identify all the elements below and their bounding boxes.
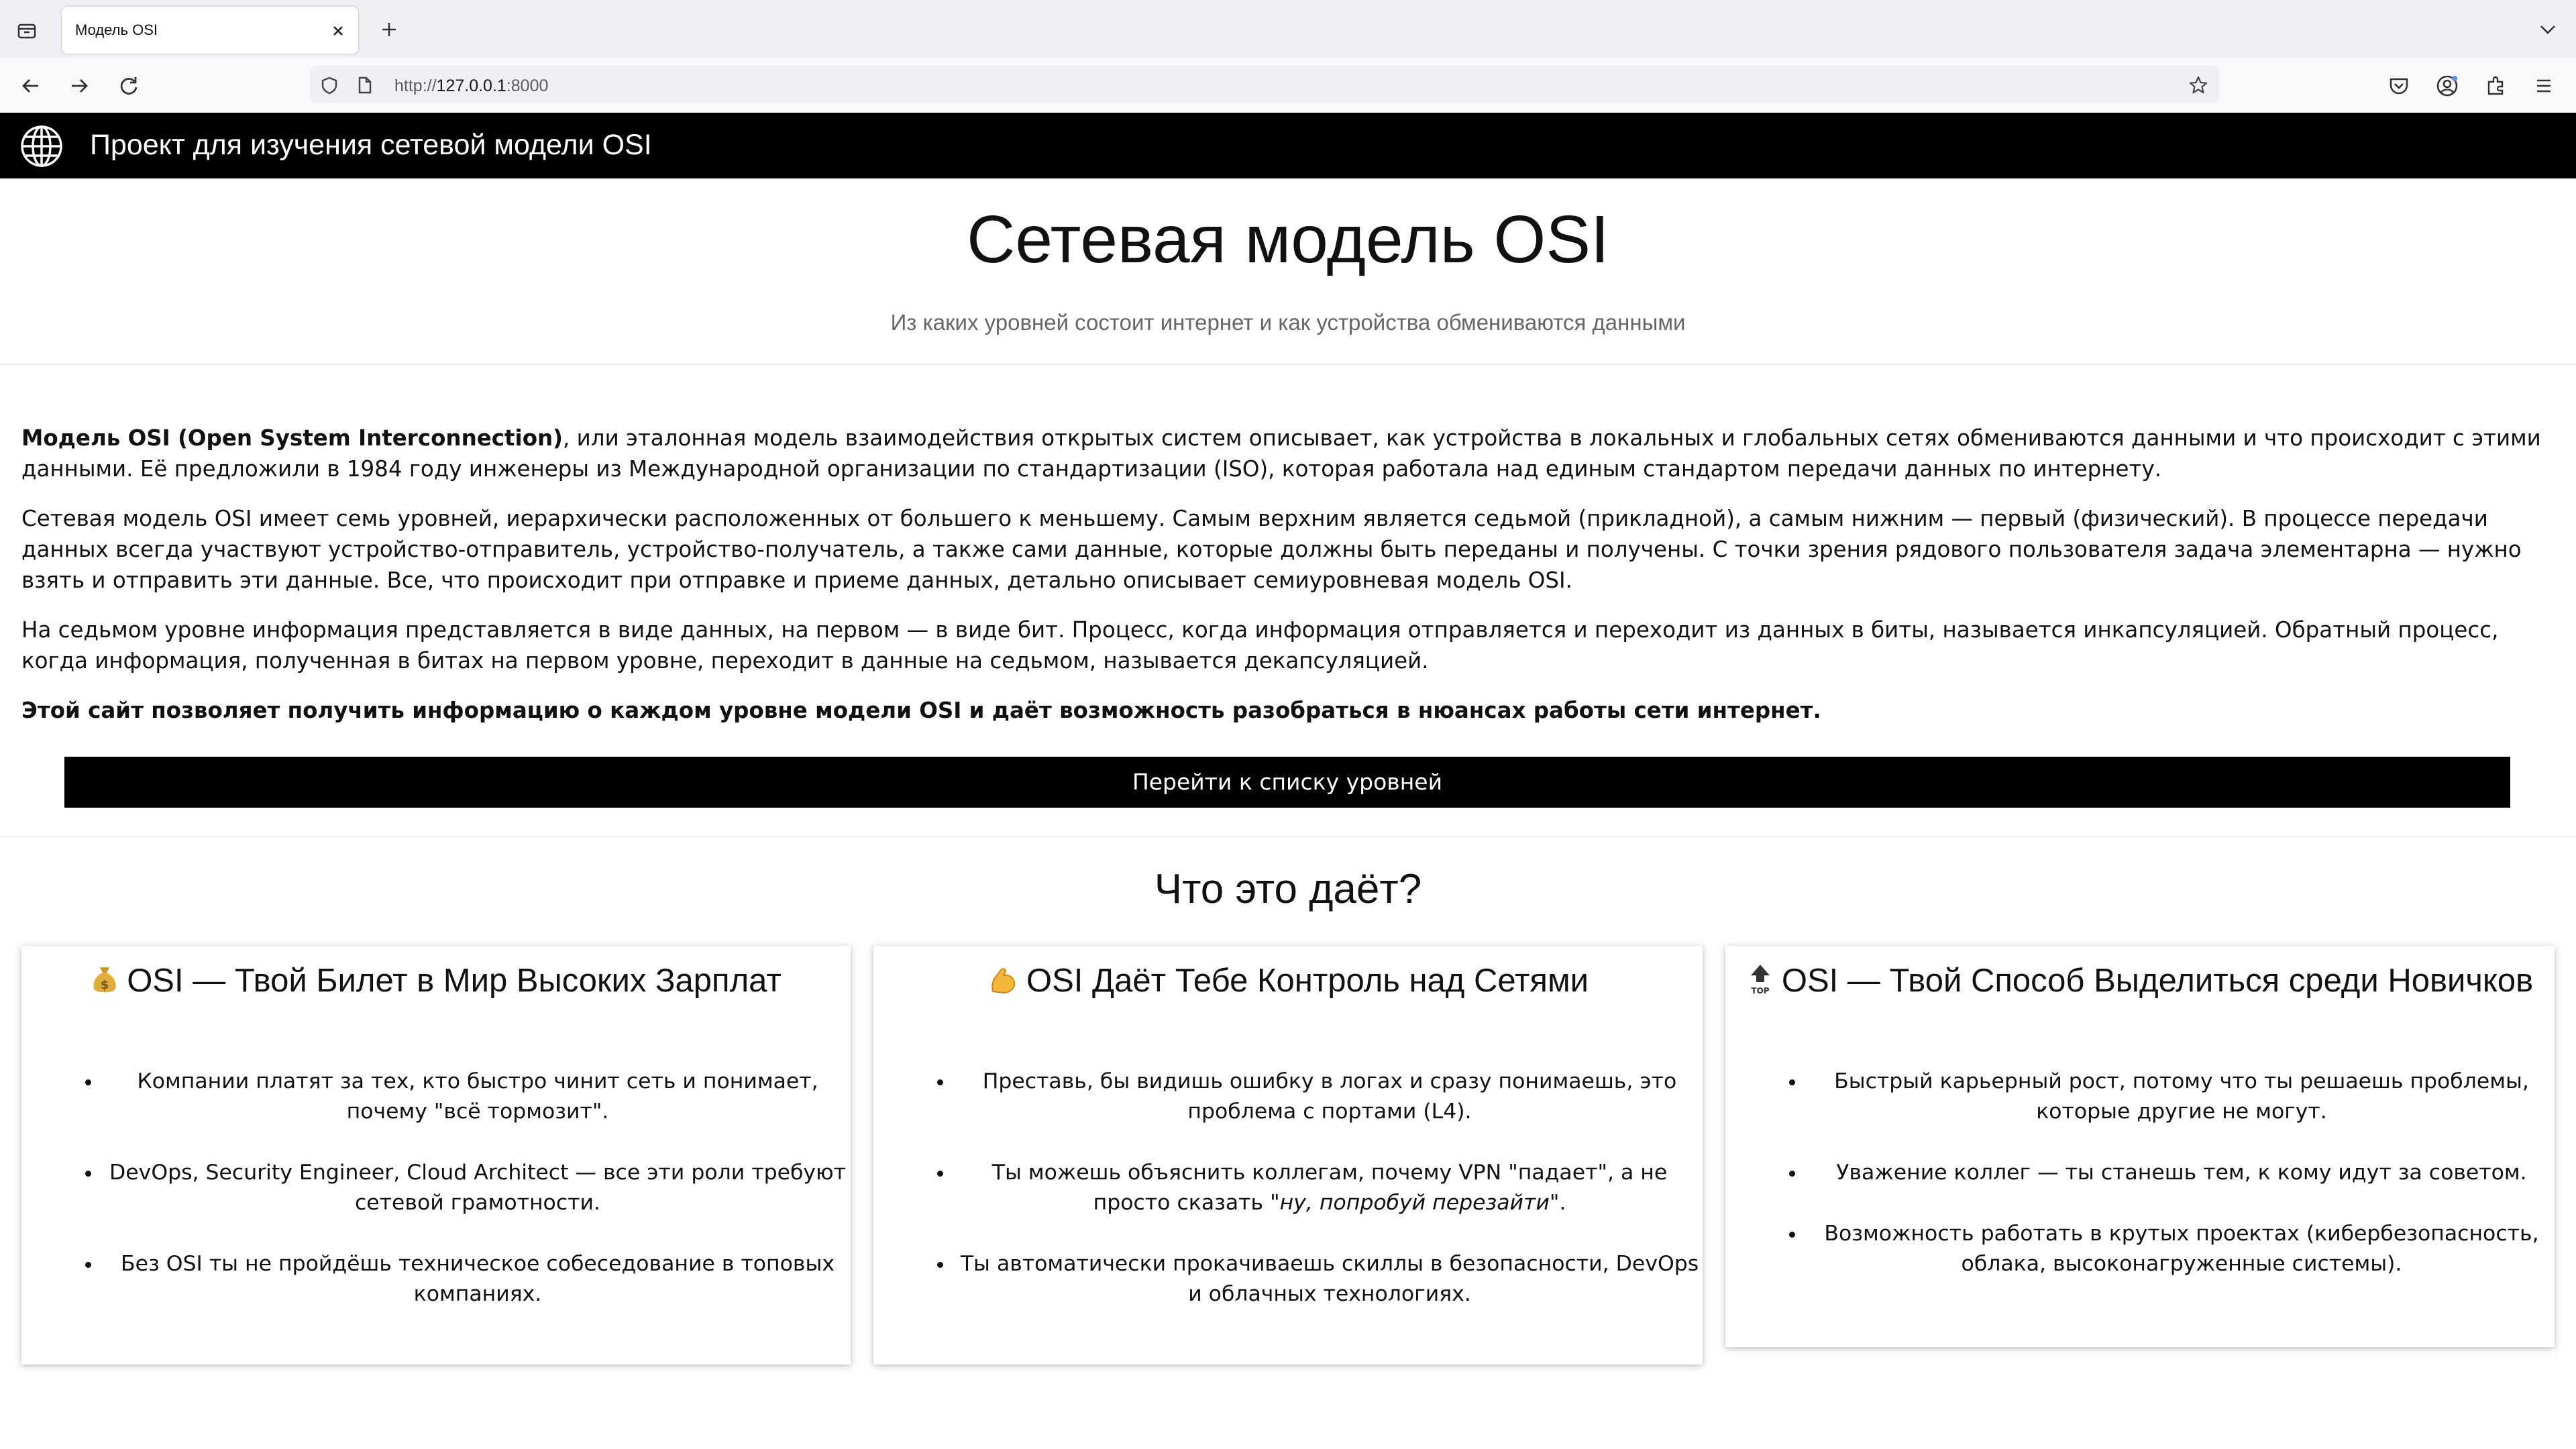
list-item: Ты можешь объяснить коллегам, почему VPN… xyxy=(954,1158,1705,1218)
feature-card-stand-out: TOP OSI — Твой Способ Выделиться среди Н… xyxy=(1725,946,2555,1347)
extensions-icon[interactable] xyxy=(2482,72,2509,99)
url-scheme: http:// xyxy=(394,76,437,95)
url-host: 127.0.0.1 xyxy=(436,76,506,95)
list-item: Ты автоматически прокачиваешь скиллы в б… xyxy=(954,1249,1705,1309)
reload-icon[interactable] xyxy=(114,71,144,101)
flexed-biceps-icon xyxy=(987,965,1018,996)
globe-icon xyxy=(19,123,64,169)
card-title-text: OSI — Твой Билет в Мир Высоких Зарплат xyxy=(127,963,782,999)
url-port: :8000 xyxy=(506,76,549,95)
list-item: Компании платят за тех, кто быстро чинит… xyxy=(102,1067,853,1127)
tab-title: Модель OSI xyxy=(75,21,158,38)
chevron-down-icon[interactable] xyxy=(2536,17,2560,42)
svg-text:$: $ xyxy=(101,978,109,992)
card-title: TOP OSI — Твой Способ Выделиться среди Н… xyxy=(1725,962,2555,1000)
browser-nav-bar: http://127.0.0.1:8000 xyxy=(0,58,2576,113)
intro-paragraph-2: Сетевая модель OSI имеет семь уровней, и… xyxy=(21,506,2522,593)
page-info-icon[interactable] xyxy=(354,75,374,95)
top-icon-label: TOP xyxy=(1751,986,1769,996)
go-to-levels-button[interactable]: Перейти к списку уровней xyxy=(64,757,2510,808)
money-bag-icon: $ xyxy=(91,963,119,996)
close-icon[interactable] xyxy=(329,21,347,40)
intro-highlight: Этой сайт позволяет получить информацию … xyxy=(21,698,1821,723)
section-divider xyxy=(0,836,2576,837)
page-subtitle: Из каких уровней состоит интернет и как … xyxy=(890,310,1686,335)
card-list: Быстрый карьерный рост, потому что ты ре… xyxy=(1766,1067,2557,1310)
features-title: Что это даёт? xyxy=(1154,866,1422,912)
menu-icon[interactable] xyxy=(2530,72,2557,99)
list-item: Уважение коллег — ты станешь тем, к кому… xyxy=(1806,1158,2557,1188)
shield-icon[interactable] xyxy=(319,75,339,95)
list-item-tail: . xyxy=(1559,1191,1566,1215)
tab-list-icon[interactable] xyxy=(12,16,42,46)
intro-bold-term: Модель OSI (Open System Interconnection) xyxy=(21,425,564,451)
url-bar[interactable]: http://127.0.0.1:8000 xyxy=(310,66,2219,103)
feature-card-salary: $ OSI — Твой Билет в Мир Высоких Зарплат… xyxy=(21,946,851,1364)
intro-paragraph-1: Модель OSI (Open System Interconnection)… xyxy=(21,423,2555,484)
new-tab-plus-icon[interactable] xyxy=(376,16,402,43)
url-text[interactable]: http://127.0.0.1:8000 xyxy=(394,76,548,96)
account-icon[interactable] xyxy=(2434,72,2461,99)
list-item: Преставь, бы видишь ошибку в логах и сра… xyxy=(954,1067,1705,1127)
back-arrow-icon[interactable] xyxy=(16,71,46,101)
site-title[interactable]: Проект для изучения сетевой модели OSI xyxy=(90,129,652,162)
list-item: Без OSI ты не пройдёшь техническое собес… xyxy=(102,1249,853,1309)
page-title: Сетевая модель OSI xyxy=(967,202,1609,277)
browser-tab-bar: Модель OSI xyxy=(0,0,2576,58)
hero-section: Сетевая модель OSI Из каких уровней сост… xyxy=(0,178,2576,365)
list-item: Быстрый карьерный рост, потому что ты ре… xyxy=(1806,1067,2557,1127)
forward-arrow-icon[interactable] xyxy=(64,71,94,101)
intro-section: Модель OSI (Open System Interconnection)… xyxy=(21,423,2555,745)
browser-tab-active[interactable]: Модель OSI xyxy=(62,7,358,54)
list-item: Возможность работать в крутых проектах (… xyxy=(1806,1219,2557,1279)
feature-card-control: OSI Даёт Тебе Контроль над Сетями Преста… xyxy=(873,946,1703,1364)
intro-paragraph-4: Этой сайт позволяет получить информацию … xyxy=(21,695,2555,726)
card-title-text: OSI Даёт Тебе Контроль над Сетями xyxy=(1026,963,1589,999)
bookmark-star-icon[interactable] xyxy=(2188,75,2208,95)
card-title: OSI Даёт Тебе Контроль над Сетями xyxy=(873,962,1703,1000)
list-item-quote: "ну, попробуй перезайти" xyxy=(1270,1191,1560,1215)
card-list: Преставь, бы видишь ошибку в логах и сра… xyxy=(914,1067,1705,1340)
card-list: Компании платят за тех, кто быстро чинит… xyxy=(62,1067,853,1340)
pocket-icon[interactable] xyxy=(2385,72,2412,99)
card-title: $ OSI — Твой Билет в Мир Высоких Зарплат xyxy=(21,962,851,1000)
site-header: Проект для изучения сетевой модели OSI xyxy=(0,113,2576,178)
list-item: DevOps, Security Engineer, Cloud Archite… xyxy=(102,1158,853,1218)
top-arrow-icon: TOP xyxy=(1747,963,1774,996)
intro-paragraph-3: На седьмом уровне информация представляе… xyxy=(21,617,2499,674)
card-title-text: OSI — Твой Способ Выделиться среди Нович… xyxy=(1781,963,2534,999)
